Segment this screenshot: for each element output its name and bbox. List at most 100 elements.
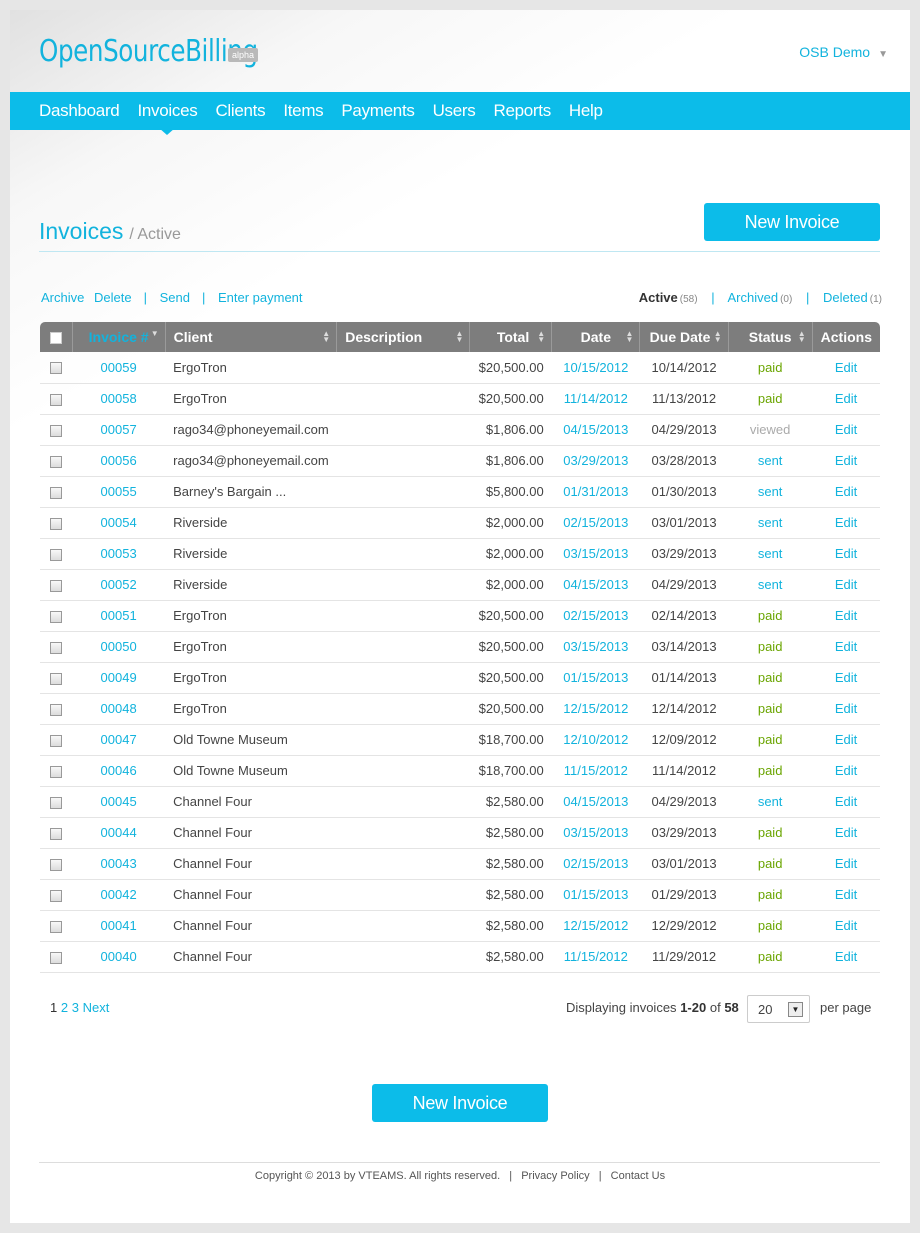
row-checkbox[interactable] — [50, 517, 63, 530]
col-total[interactable]: Total ▲ ▼ — [469, 322, 553, 352]
page-link-3[interactable]: 3 — [72, 1000, 79, 1015]
edit-link[interactable]: Edit — [812, 786, 880, 817]
invoice-date-link[interactable]: 01/15/2013 — [552, 879, 640, 910]
invoice-number-link[interactable]: 00058 — [72, 383, 165, 414]
row-checkbox[interactable] — [50, 858, 63, 871]
col-client[interactable]: Client ▲ ▼ — [165, 322, 338, 352]
col-due-date[interactable]: Due Date ▲ ▼ — [639, 322, 729, 352]
user-menu[interactable]: OSB Demo ▼ — [799, 44, 888, 60]
invoice-date-link[interactable]: 12/15/2012 — [552, 910, 640, 941]
invoice-number-link[interactable]: 00055 — [72, 476, 165, 507]
invoice-number-link[interactable]: 00059 — [72, 352, 165, 383]
new-invoice-button-bottom[interactable]: New Invoice — [372, 1084, 548, 1122]
invoice-date-link[interactable]: 04/15/2013 — [552, 414, 640, 445]
row-checkbox[interactable] — [50, 455, 63, 468]
edit-link[interactable]: Edit — [812, 817, 880, 848]
nav-item-help[interactable]: Help — [569, 101, 603, 121]
invoice-date-link[interactable]: 12/15/2012 — [552, 693, 640, 724]
filter-active[interactable]: Active — [639, 290, 678, 305]
edit-link[interactable]: Edit — [812, 383, 880, 414]
invoice-date-link[interactable]: 11/14/2012 — [552, 383, 640, 414]
invoice-date-link[interactable]: 11/15/2012 — [552, 941, 640, 972]
invoice-number-link[interactable]: 00049 — [72, 662, 165, 693]
invoice-number-link[interactable]: 00051 — [72, 600, 165, 631]
enter-payment-link[interactable]: Enter payment — [218, 290, 303, 305]
edit-link[interactable]: Edit — [812, 631, 880, 662]
filter-archived[interactable]: Archived — [728, 290, 779, 305]
edit-link[interactable]: Edit — [812, 569, 880, 600]
invoice-date-link[interactable]: 01/15/2013 — [552, 662, 640, 693]
row-checkbox[interactable] — [50, 486, 63, 499]
nav-item-clients[interactable]: Clients — [215, 101, 265, 121]
per-page-select[interactable]: 20 ▼ — [747, 995, 810, 1023]
invoice-number-link[interactable]: 00045 — [72, 786, 165, 817]
invoice-number-link[interactable]: 00048 — [72, 693, 165, 724]
edit-link[interactable]: Edit — [812, 538, 880, 569]
nav-item-dashboard[interactable]: Dashboard — [39, 101, 120, 121]
invoice-date-link[interactable]: 03/29/2013 — [552, 445, 640, 476]
invoice-date-link[interactable]: 04/15/2013 — [552, 569, 640, 600]
invoice-date-link[interactable]: 02/15/2013 — [552, 848, 640, 879]
archive-link[interactable]: Archive — [41, 290, 84, 305]
invoice-date-link[interactable]: 03/15/2013 — [552, 538, 640, 569]
col-date[interactable]: Date ▲ ▼ — [551, 322, 641, 352]
edit-link[interactable]: Edit — [812, 445, 880, 476]
contact-us-link[interactable]: Contact Us — [611, 1170, 665, 1182]
row-checkbox[interactable] — [50, 672, 63, 685]
invoice-number-link[interactable]: 00046 — [72, 755, 165, 786]
nav-item-invoices[interactable]: Invoices — [137, 101, 198, 135]
invoice-number-link[interactable]: 00057 — [72, 414, 165, 445]
page-link-2[interactable]: 2 — [61, 1000, 68, 1015]
edit-link[interactable]: Edit — [812, 941, 880, 972]
invoice-date-link[interactable]: 12/10/2012 — [552, 724, 640, 755]
delete-link[interactable]: Delete — [94, 290, 132, 305]
invoice-date-link[interactable]: 02/15/2013 — [552, 507, 640, 538]
invoice-date-link[interactable]: 01/31/2013 — [552, 476, 640, 507]
invoice-number-link[interactable]: 00042 — [72, 879, 165, 910]
edit-link[interactable]: Edit — [812, 848, 880, 879]
edit-link[interactable]: Edit — [812, 755, 880, 786]
edit-link[interactable]: Edit — [812, 352, 880, 383]
edit-link[interactable]: Edit — [812, 414, 880, 445]
invoice-date-link[interactable]: 02/15/2013 — [552, 600, 640, 631]
send-link[interactable]: Send — [160, 290, 190, 305]
row-checkbox[interactable] — [50, 579, 63, 592]
invoice-date-link[interactable]: 04/15/2013 — [552, 786, 640, 817]
edit-link[interactable]: Edit — [812, 662, 880, 693]
col-status[interactable]: Status ▲ ▼ — [728, 322, 813, 352]
invoice-date-link[interactable]: 11/15/2012 — [552, 755, 640, 786]
edit-link[interactable]: Edit — [812, 476, 880, 507]
nav-item-users[interactable]: Users — [433, 101, 476, 121]
row-checkbox[interactable] — [50, 765, 63, 778]
col-invoice-number[interactable]: Invoice # ▼ — [72, 322, 166, 352]
edit-link[interactable]: Edit — [812, 879, 880, 910]
select-all-checkbox[interactable] — [49, 332, 62, 345]
row-checkbox[interactable] — [50, 827, 63, 840]
row-checkbox[interactable] — [50, 424, 63, 437]
row-checkbox[interactable] — [50, 734, 63, 747]
edit-link[interactable]: Edit — [812, 600, 880, 631]
invoice-number-link[interactable]: 00052 — [72, 569, 165, 600]
invoice-date-link[interactable]: 03/15/2013 — [552, 631, 640, 662]
edit-link[interactable]: Edit — [812, 507, 880, 538]
invoice-number-link[interactable]: 00056 — [72, 445, 165, 476]
invoice-date-link[interactable]: 03/15/2013 — [552, 817, 640, 848]
filter-deleted[interactable]: Deleted — [823, 290, 868, 305]
privacy-policy-link[interactable]: Privacy Policy — [521, 1170, 589, 1182]
row-checkbox[interactable] — [50, 920, 63, 933]
new-invoice-button-top[interactable]: New Invoice — [704, 203, 880, 241]
nav-item-items[interactable]: Items — [283, 101, 323, 121]
row-checkbox[interactable] — [50, 362, 63, 375]
page-next[interactable]: Next — [83, 1000, 110, 1015]
row-checkbox[interactable] — [50, 889, 63, 902]
nav-item-payments[interactable]: Payments — [341, 101, 414, 121]
invoice-number-link[interactable]: 00040 — [72, 941, 165, 972]
invoice-number-link[interactable]: 00043 — [72, 848, 165, 879]
row-checkbox[interactable] — [50, 548, 63, 561]
invoice-number-link[interactable]: 00047 — [72, 724, 165, 755]
invoice-number-link[interactable]: 00054 — [72, 507, 165, 538]
edit-link[interactable]: Edit — [812, 724, 880, 755]
invoice-number-link[interactable]: 00053 — [72, 538, 165, 569]
row-checkbox[interactable] — [50, 951, 63, 964]
row-checkbox[interactable] — [50, 610, 63, 623]
